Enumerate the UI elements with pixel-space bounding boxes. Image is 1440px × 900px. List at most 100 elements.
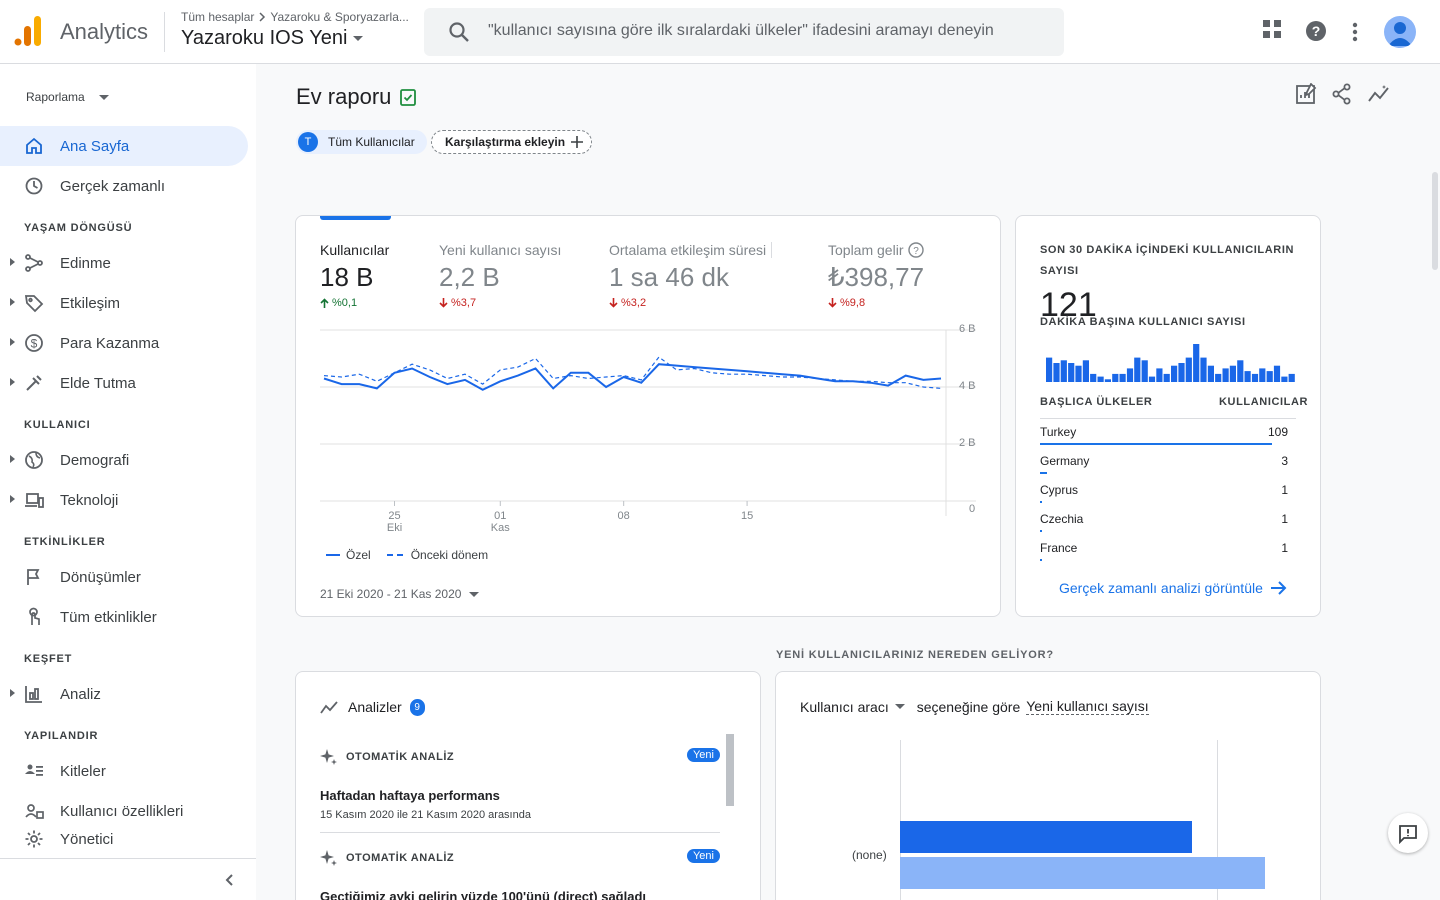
feedback-button[interactable] — [1388, 813, 1428, 853]
current-period-bar[interactable] — [900, 821, 1192, 853]
selected-kpi-indicator — [320, 216, 391, 220]
search-bar[interactable]: "kullanıcı sayısına göre ilk sıralardaki… — [424, 8, 1064, 56]
minute-bar[interactable] — [1171, 365, 1178, 382]
new-badge: Yeni — [686, 748, 720, 762]
minute-bar[interactable] — [1259, 368, 1266, 382]
kpi-users[interactable]: Kullanıcılar 18 B %0,1 — [320, 242, 389, 309]
sparkle-icon — [320, 849, 338, 867]
insights-header[interactable]: Analizler 9 — [320, 698, 425, 716]
per-minute-bar-chart[interactable] — [1046, 342, 1296, 382]
minute-bar[interactable] — [1060, 360, 1067, 382]
sidebar-item-demographics[interactable]: Demografi — [0, 440, 248, 480]
sidebar-item-admin[interactable]: Yönetici — [0, 819, 248, 859]
minute-bar[interactable] — [1148, 376, 1156, 382]
sidebar-item-analysis[interactable]: Analiz — [0, 674, 248, 714]
property-selector[interactable]: Yazaroku IOS Yeni — [181, 27, 364, 50]
more-vert-icon[interactable] — [1352, 22, 1358, 42]
sidebar-item-acquisition[interactable]: Edinme — [0, 243, 248, 283]
share-icon[interactable] — [1332, 83, 1352, 105]
insights-scrollbar[interactable] — [726, 734, 734, 806]
breadcrumb-all-accounts[interactable]: Tüm hesaplar — [181, 10, 254, 24]
minute-bar[interactable] — [1222, 368, 1229, 382]
all-users-chip[interactable]: T Tüm Kullanıcılar — [296, 130, 427, 154]
add-comparison-button[interactable]: Karşılaştırma ekleyin — [431, 130, 593, 154]
country-row[interactable]: France 1 — [1040, 537, 1288, 566]
minute-bar[interactable] — [1053, 363, 1060, 382]
sidebar: Raporlama Ana Sayfa Gerçek zamanlı YAŞAM… — [0, 64, 256, 900]
reporting-selector[interactable]: Raporlama — [26, 90, 109, 104]
page-scrollbar[interactable] — [1432, 172, 1438, 270]
minute-bar[interactable] — [1097, 376, 1104, 382]
previous-period-bar[interactable] — [900, 857, 1265, 889]
minute-bar[interactable] — [1090, 373, 1097, 382]
sidebar-item-all-events[interactable]: Tüm etkinlikler — [0, 597, 248, 637]
minute-bar[interactable] — [1082, 360, 1089, 382]
minute-bar[interactable] — [1163, 373, 1170, 382]
minute-bar[interactable] — [1126, 368, 1134, 382]
users-line-chart[interactable] — [296, 316, 1001, 536]
minute-bar[interactable] — [1215, 373, 1222, 382]
minute-bar[interactable] — [1119, 373, 1126, 382]
series-line-solid[interactable] — [323, 363, 942, 391]
analytics-logo-icon[interactable] — [14, 16, 42, 46]
kpi-avg-engagement[interactable]: Ortalama etkileşim süresi 1 sa 46 dk %3,… — [609, 242, 773, 309]
minute-bar[interactable] — [1281, 376, 1288, 382]
minute-bar[interactable] — [1244, 371, 1251, 382]
country-row[interactable]: Cyprus 1 — [1040, 479, 1288, 508]
sidebar-item-user-properties[interactable]: Kullanıcı özellikleri — [0, 791, 248, 821]
top-bar: Analytics Tüm hesaplar Yazaroku & Sporya… — [0, 0, 1440, 64]
apps-grid-icon[interactable] — [1263, 20, 1281, 38]
minute-bar[interactable] — [1185, 357, 1192, 382]
kpi-label: Toplam gelir — [828, 242, 904, 258]
help-icon[interactable]: ? — [1305, 20, 1327, 42]
minute-bar[interactable] — [1046, 357, 1053, 382]
minute-bar[interactable] — [1104, 379, 1111, 382]
minute-bar[interactable] — [1134, 357, 1141, 382]
insight-item[interactable]: OTOMATİK ANALİZ Yeni Haftadan haftaya pe… — [320, 748, 720, 821]
insight-item[interactable]: OTOMATİK ANALİZ Yeni Geçtiğimiz ayki gel… — [320, 849, 720, 900]
minute-bar[interactable] — [1112, 373, 1119, 382]
sidebar-item-retention[interactable]: Elde Tutma — [0, 363, 248, 403]
minute-bar[interactable] — [1200, 357, 1207, 382]
insights-icon[interactable] — [1367, 83, 1391, 105]
series-line-dashed[interactable] — [323, 356, 942, 389]
minute-bar[interactable] — [1193, 344, 1200, 382]
account-avatar[interactable] — [1384, 16, 1416, 48]
country-row[interactable]: Czechia 1 — [1040, 508, 1288, 537]
sidebar-item-technology[interactable]: Teknoloji — [0, 480, 248, 520]
countries-header: BAŞLICA ÜLKELER — [1040, 396, 1153, 408]
sidebar-item-home[interactable]: Ana Sayfa — [0, 126, 248, 166]
minute-bar[interactable] — [1068, 363, 1075, 382]
kpi-new-users[interactable]: Yeni kullanıcı sayısı 2,2 B %3,7 — [439, 242, 561, 309]
minute-bar[interactable] — [1156, 368, 1163, 382]
dimension-selector[interactable]: Kullanıcı aracı — [800, 699, 905, 715]
minute-bar[interactable] — [1273, 365, 1281, 382]
sidebar-item-conversions[interactable]: Dönüşümler — [0, 557, 248, 597]
minute-bar[interactable] — [1288, 373, 1295, 382]
minute-bar[interactable] — [1178, 363, 1185, 382]
breadcrumb[interactable]: Tüm hesaplar Yazaroku & Sporyazarla... — [181, 10, 409, 24]
help-outline-icon[interactable]: ? — [908, 242, 925, 258]
kpi-total-revenue[interactable]: Toplam gelir ? ₺398,77 %9,8 — [828, 242, 925, 309]
minute-bar[interactable] — [1229, 365, 1236, 382]
sidebar-item-engagement[interactable]: Etkileşim — [0, 283, 248, 323]
date-range-selector[interactable]: 21 Eki 2020 - 21 Kas 2020 — [320, 587, 480, 601]
breadcrumb-account[interactable]: Yazaroku & Sporyazarla... — [270, 10, 409, 24]
country-row[interactable]: Germany 3 — [1040, 450, 1288, 479]
minute-bar[interactable] — [1251, 373, 1259, 382]
sidebar-item-audiences[interactable]: Kitleler — [0, 751, 248, 791]
collapse-sidebar-icon[interactable] — [222, 872, 238, 888]
sidebar-item-monetization[interactable]: $ Para Kazanma — [0, 323, 248, 363]
kpi-value: 1 sa 46 dk — [609, 262, 729, 292]
minute-bar[interactable] — [1237, 360, 1244, 382]
customize-report-icon[interactable] — [1295, 83, 1317, 105]
minute-bar[interactable] — [1207, 365, 1214, 382]
sidebar-item-realtime[interactable]: Gerçek zamanlı — [0, 166, 248, 206]
minute-bar[interactable] — [1075, 365, 1082, 382]
minute-bar[interactable] — [1141, 360, 1148, 382]
kpi-label: Kullanıcılar — [320, 242, 390, 258]
country-row[interactable]: Turkey 109 — [1040, 421, 1288, 450]
view-realtime-link[interactable]: Gerçek zamanlı analizi görüntüle — [1059, 580, 1287, 596]
minute-bar[interactable] — [1266, 371, 1273, 382]
metric-selector[interactable]: Yeni kullanıcı sayısı — [1026, 698, 1149, 715]
